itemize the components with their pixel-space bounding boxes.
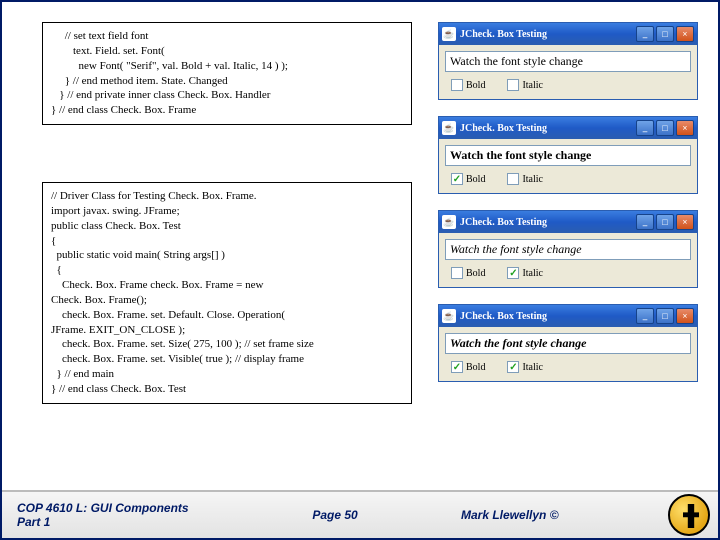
italic-checkbox[interactable] [507,173,519,185]
minimize-button[interactable]: _ [636,120,654,136]
sample-textfield[interactable]: Watch the font style change [445,239,691,260]
bold-label: Bold [466,362,485,373]
bold-label: Bold [466,80,485,91]
titlebar[interactable]: ☕ JCheck. Box Testing _ □ × [439,117,697,139]
code-block-1: // set text field font text. Field. set.… [42,22,412,125]
titlebar[interactable]: ☕ JCheck. Box Testing _ □ × [439,211,697,233]
java-icon: ☕ [442,27,456,41]
maximize-button[interactable]: □ [656,120,674,136]
bold-checkbox[interactable]: ✓ [451,361,463,373]
code-line: check. Box. Frame. set. Visible( true );… [51,352,403,367]
window-title: JCheck. Box Testing [460,217,636,228]
italic-checkbox[interactable]: ✓ [507,361,519,373]
close-button[interactable]: × [676,308,694,324]
minimize-button[interactable]: _ [636,214,654,230]
window-plain: ☕ JCheck. Box Testing _ □ × Watch the fo… [438,22,698,100]
window-bold: ☕ JCheck. Box Testing _ □ × Watch the fo… [438,116,698,194]
maximize-button[interactable]: □ [656,214,674,230]
code-line: import javax. swing. JFrame; [51,204,403,219]
window-title: JCheck. Box Testing [460,123,636,134]
italic-label: Italic [522,174,543,185]
code-line: check. Box. Frame. set. Size( 275, 100 )… [51,337,403,352]
maximize-button[interactable]: □ [656,26,674,42]
close-button[interactable]: × [676,120,694,136]
code-line: Check. Box. Frame check. Box. Frame = ne… [51,278,403,293]
maximize-button[interactable]: □ [656,308,674,324]
code-line: { [51,263,403,278]
footer-author: Mark Llewellyn © [446,508,668,522]
minimize-button[interactable]: _ [636,308,654,324]
titlebar[interactable]: ☕ JCheck. Box Testing _ □ × [439,305,697,327]
footer-page: Page 50 [224,508,446,522]
code-line: } // end method item. State. Changed [51,74,403,89]
code-line: check. Box. Frame. set. Default. Close. … [51,308,403,323]
sample-textfield[interactable]: Watch the font style change [445,333,691,354]
code-block-2: // Driver Class for Testing Check. Box. … [42,182,412,404]
java-icon: ☕ [442,121,456,135]
code-line: } // end class Check. Box. Test [51,382,403,397]
bold-checkbox[interactable] [451,267,463,279]
bold-checkbox[interactable]: ✓ [451,173,463,185]
java-icon: ☕ [442,309,456,323]
bold-label: Bold [466,268,485,279]
sample-textfield[interactable]: Watch the font style change [445,145,691,166]
code-line: Check. Box. Frame(); [51,293,403,308]
close-button[interactable]: × [676,214,694,230]
code-line: public class Check. Box. Test [51,219,403,234]
italic-label: Italic [522,362,543,373]
footer-course: COP 4610 L: GUI Components Part 1 [2,501,224,529]
bold-checkbox[interactable] [451,79,463,91]
italic-checkbox[interactable]: ✓ [507,267,519,279]
titlebar[interactable]: ☕ JCheck. Box Testing _ □ × [439,23,697,45]
italic-label: Italic [522,268,543,279]
code-line: public static void main( String args[] ) [51,248,403,263]
code-line: new Font( "Serif", val. Bold + val. Ital… [51,59,403,74]
java-icon: ☕ [442,215,456,229]
italic-checkbox[interactable] [507,79,519,91]
screenshots-column: ☕ JCheck. Box Testing _ □ × Watch the fo… [438,22,698,398]
minimize-button[interactable]: _ [636,26,654,42]
window-title: JCheck. Box Testing [460,29,636,40]
window-title: JCheck. Box Testing [460,311,636,322]
italic-label: Italic [522,80,543,91]
footer-bar: COP 4610 L: GUI Components Part 1 Page 5… [2,490,718,538]
code-line: // set text field font [51,29,403,44]
close-button[interactable]: × [676,26,694,42]
ucf-logo-icon [668,494,710,536]
code-line: JFrame. EXIT_ON_CLOSE ); [51,323,403,338]
code-line: } // end private inner class Check. Box.… [51,88,403,103]
bold-label: Bold [466,174,485,185]
window-italic: ☕ JCheck. Box Testing _ □ × Watch the fo… [438,210,698,288]
code-line: { [51,234,403,249]
code-line: } // end main [51,367,403,382]
code-line: } // end class Check. Box. Frame [51,103,403,118]
code-line: text. Field. set. Font( [51,44,403,59]
sample-textfield[interactable]: Watch the font style change [445,51,691,72]
window-bold-italic: ☕ JCheck. Box Testing _ □ × Watch the fo… [438,304,698,382]
code-line: // Driver Class for Testing Check. Box. … [51,189,403,204]
